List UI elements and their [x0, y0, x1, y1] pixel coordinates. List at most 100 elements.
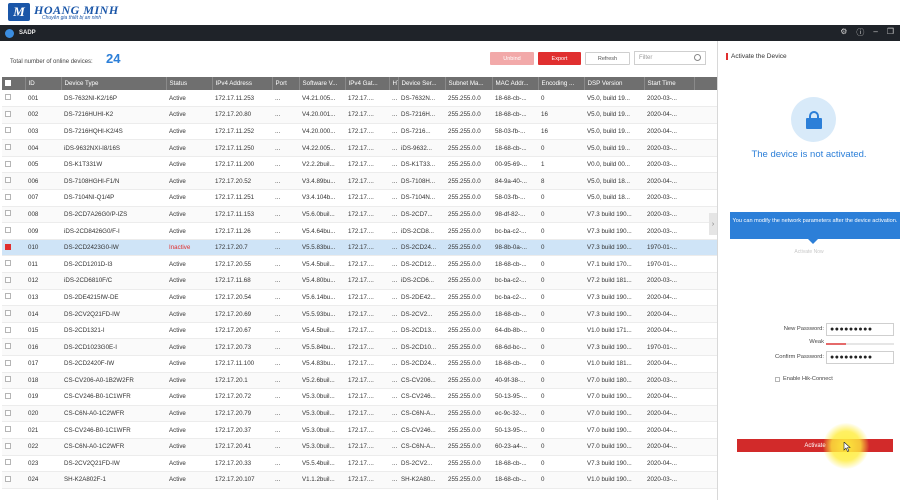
table-row[interactable]: 001 DS-7632NI-K2/16P Active 172.17.11.253..…: [2, 90, 717, 107]
confirm-password-field[interactable]: ●●●●●●●●●: [826, 351, 894, 364]
table-row[interactable]: 014 DS-2CV2Q21FD-IW Active 172.17.20.69... V…: [2, 305, 717, 323]
row-checkbox[interactable]: [5, 127, 11, 134]
restore-icon[interactable]: ❐: [887, 27, 894, 38]
row-checkbox-cell[interactable]: [2, 223, 25, 240]
row-checkbox[interactable]: [5, 409, 11, 416]
row-checkbox-cell[interactable]: [2, 190, 25, 207]
refresh-button[interactable]: Refresh: [585, 52, 630, 65]
row-checkbox-cell[interactable]: [2, 405, 25, 422]
row-checkbox-cell[interactable]: [2, 372, 25, 389]
row-checkbox[interactable]: [5, 426, 11, 433]
row-checkbox[interactable]: [5, 392, 11, 399]
row-checkbox-cell[interactable]: [2, 90, 25, 107]
select-all-header[interactable]: [2, 77, 26, 90]
row-checkbox[interactable]: [5, 276, 11, 283]
column-header[interactable]: [694, 77, 718, 90]
settings-icon[interactable]: ⚙: [840, 27, 847, 38]
column-header[interactable]: HTTP: [389, 77, 399, 90]
new-password-field[interactable]: ●●●●●●●●●: [826, 323, 894, 336]
column-header[interactable]: Device Ser...: [398, 77, 446, 90]
hik-connect-checkbox[interactable]: [775, 376, 780, 382]
row-checkbox-cell[interactable]: [2, 256, 25, 273]
column-header[interactable]: Start Time: [644, 77, 695, 90]
row-checkbox[interactable]: [5, 376, 11, 383]
column-header[interactable]: Encoding ...: [538, 77, 585, 90]
row-checkbox[interactable]: [5, 442, 11, 449]
table-row[interactable]: 012 iDS-2CD6810F/C Active 172.17.11.68... V5…: [2, 272, 717, 290]
activate-button[interactable]: Activate: [737, 439, 893, 452]
row-checkbox-cell[interactable]: [2, 472, 25, 489]
row-checkbox[interactable]: [5, 94, 11, 101]
table-row[interactable]: 016 DS-2CD1023G0E-I Active 172.17.20.73... V…: [2, 338, 717, 356]
row-checkbox[interactable]: [5, 227, 11, 234]
minimize-icon[interactable]: –: [873, 27, 877, 38]
filter-input[interactable]: Filter: [634, 51, 706, 65]
row-checkbox-cell[interactable]: [2, 156, 25, 173]
column-header[interactable]: Status: [166, 77, 213, 90]
row-checkbox-cell[interactable]: [2, 438, 25, 455]
table-row[interactable]: 007 DS-7104NI-Q1/4P Active 172.17.11.251...…: [2, 190, 717, 207]
row-checkbox-cell[interactable]: [2, 339, 25, 356]
collapse-panel-handle[interactable]: ›: [709, 213, 717, 235]
column-header[interactable]: DSP Version: [584, 77, 645, 90]
table-row[interactable]: 006 DS-7108HGHI-F1/N Active 172.17.20.52...…: [2, 172, 717, 190]
row-checkbox-cell[interactable]: [2, 107, 25, 124]
table-row[interactable]: 002 DS-7216HUHI-K2 Active 172.17.20.80... V4…: [2, 106, 717, 124]
table-row[interactable]: 010 DS-2CD2423G0-IW Inactive 172.17.20.7...…: [2, 239, 717, 256]
row-checkbox-cell[interactable]: [2, 289, 25, 306]
table-row[interactable]: 020 CS-C6N-A0-1C2WFR Active 172.17.20.79...…: [2, 405, 717, 422]
row-checkbox-cell[interactable]: [2, 455, 25, 472]
row-checkbox[interactable]: [5, 343, 11, 350]
row-checkbox-cell[interactable]: [2, 273, 25, 290]
column-header[interactable]: IPv4 Gat...: [345, 77, 390, 90]
table-row[interactable]: 005 DS-K1T331W Active 172.17.11.200... V2.2.…: [2, 156, 717, 173]
table-row[interactable]: 024 SH-K2A802F-1 Active 172.17.20.107... V1.…: [2, 471, 717, 489]
table-row[interactable]: 017 DS-2CD2420F-IW Active 172.17.11.100... V…: [2, 356, 717, 373]
column-header[interactable]: ID: [25, 77, 62, 90]
table-row[interactable]: 018 CS-CV206-A0-1B2W2FR Active 172.17.20.1.…: [2, 372, 717, 389]
column-header[interactable]: Software V...: [299, 77, 346, 90]
row-checkbox[interactable]: [5, 160, 11, 167]
row-checkbox[interactable]: [5, 243, 11, 250]
table-row[interactable]: 003 DS-7216HQHI-K2/4S Active 172.17.11.252.…: [2, 123, 717, 140]
table-row[interactable]: 023 DS-2CV2Q21FD-IW Active 172.17.20.33... V…: [2, 455, 717, 472]
table-row[interactable]: 011 DS-2CD1201D-I3 Active 172.17.20.55... V5…: [2, 256, 717, 273]
select-all-checkbox[interactable]: [5, 79, 11, 86]
row-checkbox[interactable]: [5, 210, 11, 217]
row-checkbox[interactable]: [5, 144, 11, 151]
column-header[interactable]: Device Type: [61, 77, 167, 90]
row-checkbox[interactable]: [5, 475, 11, 482]
unbind-button[interactable]: Unbind: [490, 52, 534, 65]
row-checkbox-cell[interactable]: [2, 389, 25, 406]
table-row[interactable]: 022 CS-C6N-A0-1C2WFR Active 172.17.20.41...…: [2, 438, 717, 456]
row-checkbox-cell[interactable]: [2, 123, 25, 140]
row-checkbox[interactable]: [5, 193, 11, 200]
column-header[interactable]: MAC Addr...: [492, 77, 539, 90]
column-header[interactable]: Subnet Ma...: [445, 77, 493, 90]
row-checkbox-cell[interactable]: [2, 239, 25, 256]
table-row[interactable]: 008 DS-2CD7A26G0/P-IZS Active 172.17.11.153…: [2, 206, 717, 223]
row-checkbox[interactable]: [5, 459, 11, 466]
export-button[interactable]: Export: [538, 52, 581, 65]
row-checkbox[interactable]: [5, 260, 11, 267]
row-checkbox[interactable]: [5, 326, 11, 333]
row-checkbox-cell[interactable]: [2, 206, 25, 223]
row-checkbox[interactable]: [5, 293, 11, 300]
row-checkbox[interactable]: [5, 359, 11, 366]
row-checkbox-cell[interactable]: [2, 140, 25, 157]
table-row[interactable]: 004 iDS-9632NXI-I8/16S Active 172.17.11.250…: [2, 139, 717, 157]
row-checkbox-cell[interactable]: [2, 422, 25, 439]
column-header[interactable]: IPv4 Address: [212, 77, 273, 90]
info-icon[interactable]: ⓘ: [856, 27, 864, 38]
row-checkbox[interactable]: [5, 110, 11, 117]
column-header[interactable]: Port: [272, 77, 300, 90]
table-row[interactable]: 013 DS-2DE4215IW-DE Active 172.17.20.54... V…: [2, 289, 717, 306]
hik-connect-option[interactable]: Enable Hik-Connect: [775, 376, 833, 382]
table-row[interactable]: 019 CS-CV246-B0-1C1WFR Active 172.17.20.72.…: [2, 389, 717, 406]
table-row[interactable]: 009 iDS-2CD8426G0/F-I Active 172.17.11.26..…: [2, 223, 717, 240]
row-checkbox[interactable]: [5, 177, 11, 184]
row-checkbox-cell[interactable]: [2, 356, 25, 373]
table-row[interactable]: 015 DS-2CD1321-I Active 172.17.20.67... V5.4…: [2, 322, 717, 339]
row-checkbox-cell[interactable]: [2, 173, 25, 190]
table-row[interactable]: 021 CS-CV246-B0-1C1WFR Active 172.17.20.37.…: [2, 422, 717, 439]
